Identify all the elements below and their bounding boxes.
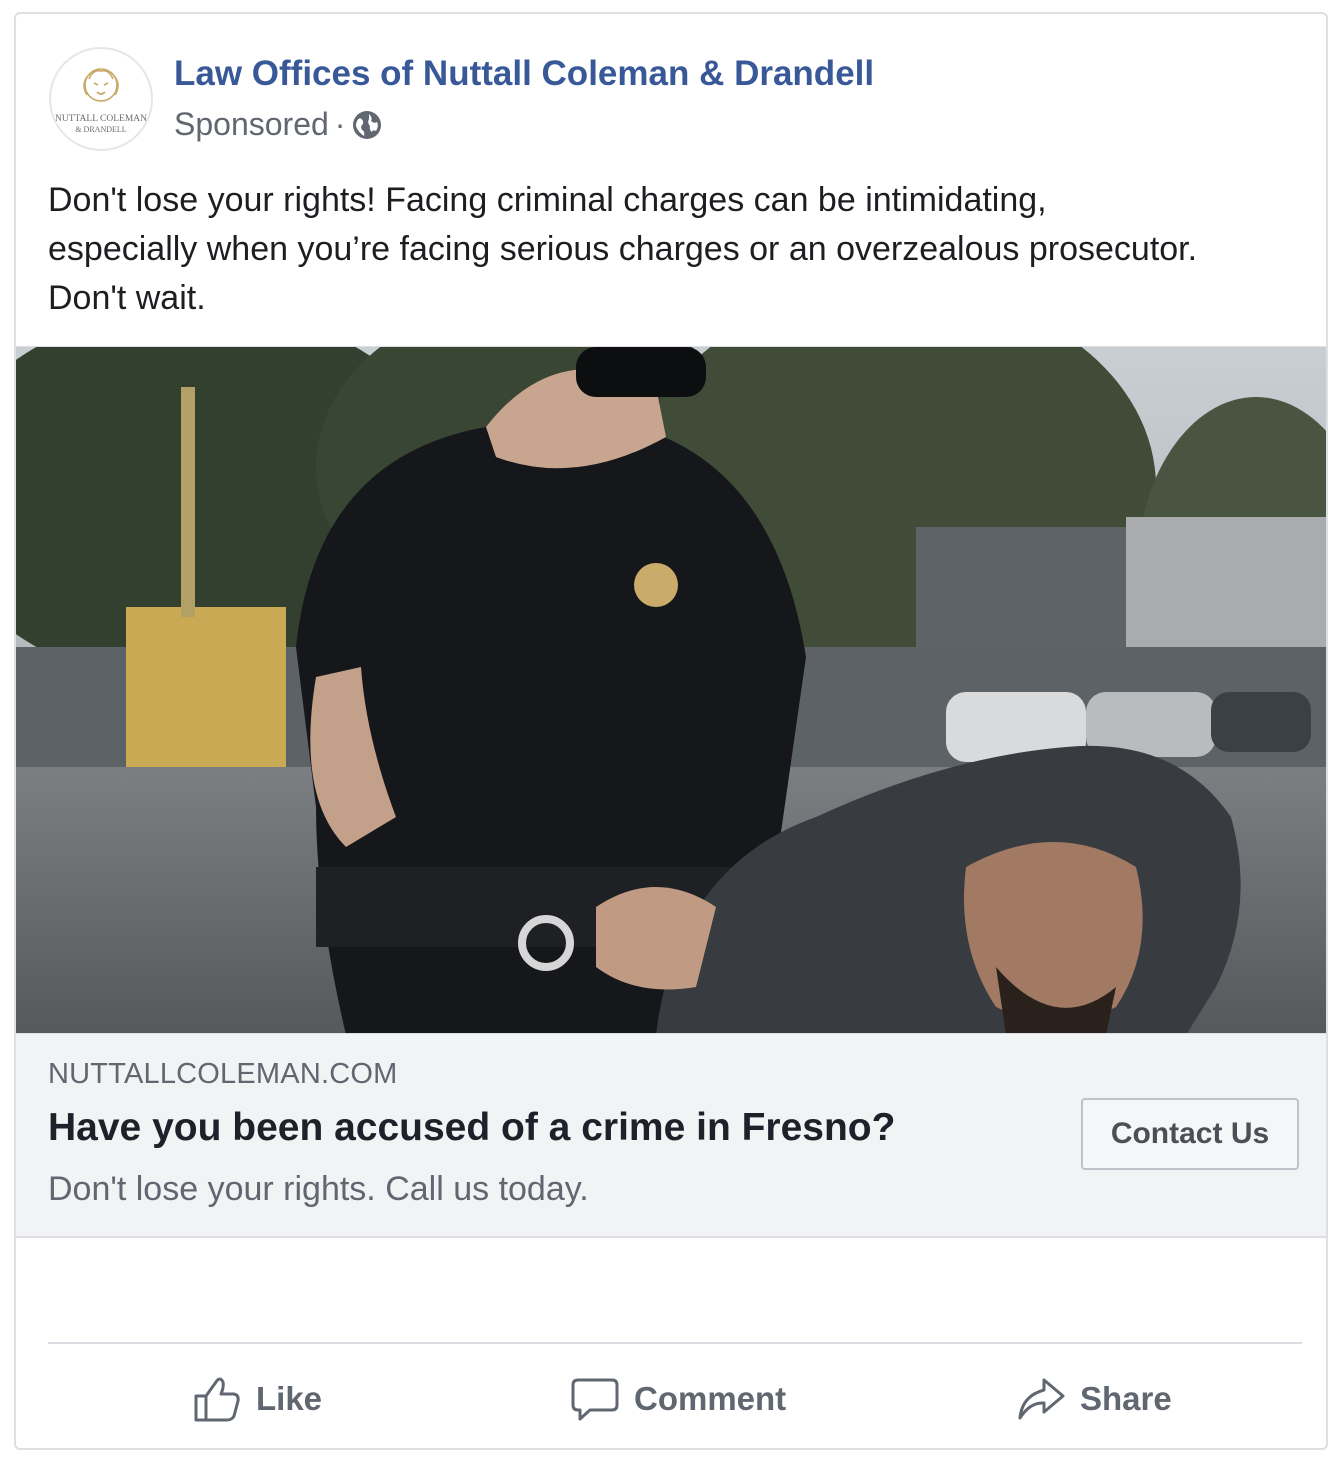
post-actions-bar: Like Comment Share [16,1354,1326,1444]
logo-line-2: & DRANDELL [75,125,126,134]
globe-icon[interactable] [351,109,383,141]
share-arrow-icon [1016,1374,1066,1424]
sponsored-label[interactable]: Sponsored [174,106,329,143]
page-name-link[interactable]: Law Offices of Nuttall Coleman & Drandel… [174,54,874,94]
logo-line-1: NUTTALL COLEMAN [55,114,147,124]
thumbs-up-icon [192,1374,242,1424]
ad-photo-police-arrest[interactable] [16,346,1326,1034]
share-button[interactable]: Share [1016,1366,1172,1432]
contact-us-button[interactable]: Contact Us [1081,1098,1299,1170]
lion-logo-icon: NUTTALL COLEMAN & DRANDELL [55,68,147,134]
post-meta: Sponsored · [174,104,383,144]
like-button[interactable]: Like [192,1366,322,1432]
share-label: Share [1080,1380,1172,1417]
sponsored-post-card: NUTTALL COLEMAN & DRANDELL Law Offices o… [14,12,1328,1450]
link-preview[interactable]: NUTTALLCOLEMAN.COM Have you been accused… [16,1034,1326,1238]
link-headline[interactable]: Have you been accused of a crime in Fres… [48,1106,895,1150]
post-text-line: Don't wait. [48,279,206,317]
post-body-text: Don't lose your rights! Facing criminal … [48,176,1308,323]
page-avatar[interactable]: NUTTALL COLEMAN & DRANDELL [49,47,153,151]
link-domain: NUTTALLCOLEMAN.COM [48,1058,398,1090]
post-text-line: especially when you’re facing serious ch… [48,230,1198,268]
like-label: Like [256,1380,323,1417]
comment-button[interactable]: Comment [570,1366,786,1432]
comment-label: Comment [634,1380,787,1417]
link-description: Don't lose your rights. Call us today. [48,1170,589,1208]
actions-divider [48,1342,1302,1344]
speech-bubble-icon [570,1374,620,1424]
meta-separator: · [334,105,346,142]
post-text-line: Don't lose your rights! Facing criminal … [48,181,1047,219]
